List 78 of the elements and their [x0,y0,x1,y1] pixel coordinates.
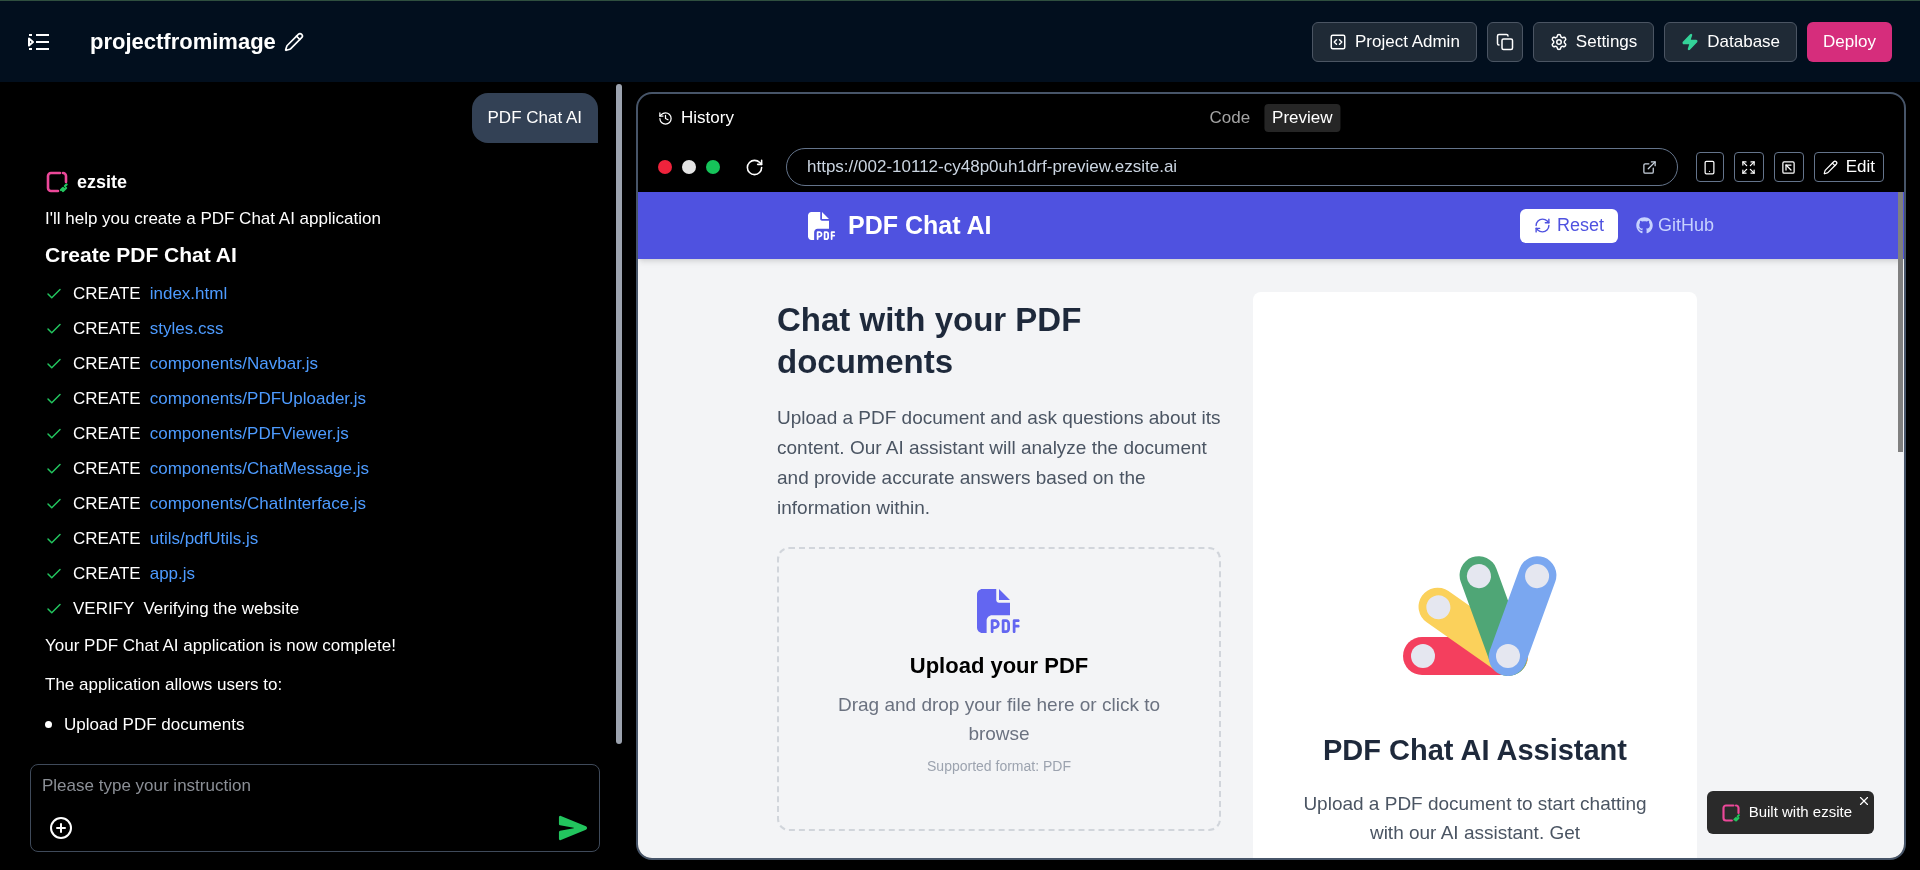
fullscreen-button[interactable] [1733,152,1764,182]
select-element-button[interactable] [1773,152,1804,182]
plan-heading: Create PDF Chat AI [45,242,238,268]
assistant-intro: I'll help you create a PDF Chat AI application [45,207,382,230]
list-intro: The application allows users to: [45,674,284,696]
card-title: PDF Chat AI Assistant [1323,733,1627,768]
step-action: CREATE [73,493,141,516]
edit-button[interactable]: Edit [1813,152,1884,182]
step-action: CREATE [73,353,141,376]
instruction-box[interactable]: Please type your instruction [30,764,600,852]
close-icon[interactable] [1857,794,1871,808]
reload-icon[interactable] [745,157,764,177]
assistant-name: ezsite [77,170,128,194]
step-action: CREATE [73,528,141,551]
arrow-square-icon [1781,159,1797,175]
toolbar-button[interactable]: Deploy [1807,21,1892,62]
step-action: CREATE [73,388,141,411]
step-action: CREATE [73,283,141,306]
mobile-view-button[interactable] [1695,152,1724,182]
ezsite-logo-icon [1720,802,1741,823]
github-icon [1635,217,1653,234]
card-text: Upload a PDF document to start chatting with our AI assistant. Get [1302,791,1648,845]
send-icon[interactable] [558,813,588,843]
user-message-bubble: PDF Chat AI [471,93,598,143]
lightning-icon [1681,32,1700,51]
file-link[interactable]: components/PDFUploader.js [149,386,367,412]
phone-icon [1702,159,1718,175]
file-link[interactable]: styles.css [149,316,224,342]
built-with-badge[interactable]: Built with ezsite [1706,791,1874,834]
upload-hint: Drag and drop your file here or click to browse [836,693,1162,746]
ezsite-logo-icon [45,170,69,194]
open-external-icon[interactable] [1641,159,1657,175]
step-action: CREATE [73,563,141,586]
instruction-input[interactable]: Please type your instruction [42,773,588,799]
github-link[interactable]: GitHub [1635,212,1714,239]
edit-icon[interactable] [283,31,304,52]
upload-title: Upload your PDF [909,652,1089,680]
toolbar-button[interactable]: Database [1664,21,1798,62]
conclusion-text: Your PDF Chat AI application is now complete! [45,634,397,657]
project-title: projectfromimage [90,28,276,56]
file-link[interactable]: utils/pdfUtils.js [149,526,259,552]
hero-description: Upload a PDF document and ask questions about its content. Our AI assistant will analyze the document and provide accurate answers based on the information within. [777,406,1221,520]
hero-heading: Chat with your PDF documents [777,300,1083,382]
toolbar-button[interactable]: Project Admin [1311,21,1477,62]
file-link[interactable]: components/PDFViewer.js [149,421,349,447]
copy-button[interactable] [1486,21,1523,62]
supported-format: Supported format: PDF [927,757,1071,776]
view-tab[interactable]: Preview [1264,104,1341,132]
badge-text: Built with ezsite [1748,802,1852,823]
copy-icon [1495,32,1514,51]
upload-dropzone[interactable]: Upload your PDF Drag and drop your file here or click to browse Supported format: PDF [777,547,1221,831]
history-button[interactable]: History [658,105,734,131]
file-link[interactable]: components/ChatInterface.js [149,491,367,517]
reset-button[interactable]: Reset [1519,208,1618,243]
toolbar-button[interactable]: Settings [1532,21,1655,62]
refresh-icon [1533,217,1551,234]
file-link[interactable]: app.js [149,561,196,587]
bullet-text: Upload PDF documents [64,713,245,736]
file-link[interactable]: components/Navbar.js [149,351,318,377]
site-brand: PDF Chat AI [848,209,992,241]
settings-icon [1549,32,1568,51]
step-action: VERIFY [73,598,135,621]
file-link[interactable]: components/ChatMessage.js [149,456,369,482]
view-tab[interactable]: Code [1201,104,1259,132]
step-action: CREATE [73,318,141,341]
expand-icon [1741,159,1757,175]
step-action: CREATE [73,423,141,446]
add-icon[interactable] [49,816,73,840]
pencil-icon [1822,159,1838,175]
step-description: Verifying the website [143,598,300,621]
menu-icon[interactable] [28,31,50,52]
history-icon [658,110,673,126]
code-icon [1328,32,1347,51]
step-action: CREATE [73,458,141,481]
file-link[interactable]: index.html [149,281,228,307]
pdf-file-icon [977,589,1021,633]
url-text: https://002-10112-cy48p0uh1drf-preview.ezsite.ai [807,156,1178,179]
pdf-file-icon [808,211,836,240]
